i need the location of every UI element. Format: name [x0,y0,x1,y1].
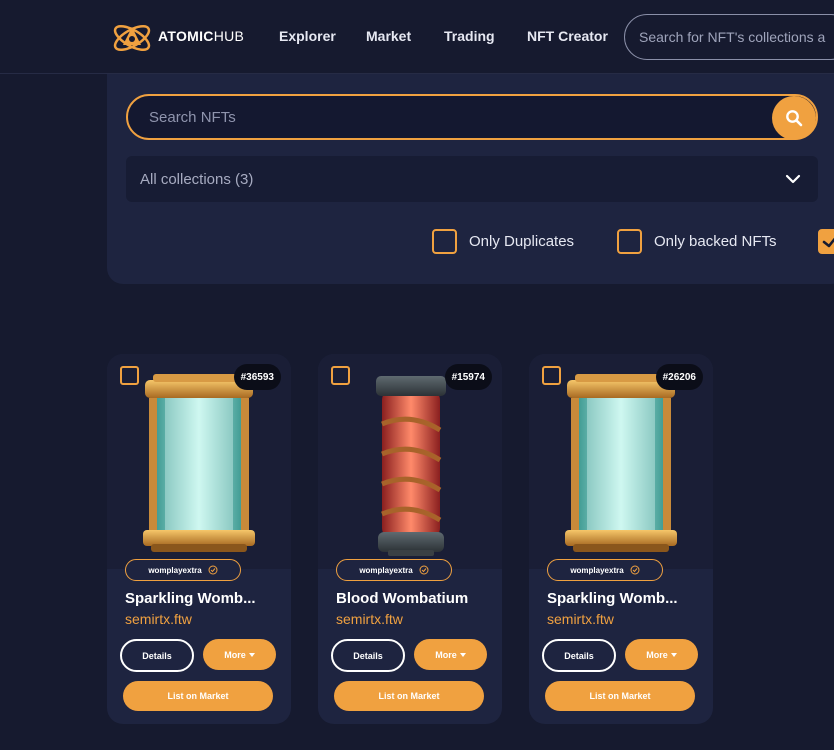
verified-icon [419,565,429,575]
details-button[interactable]: Details [120,639,194,672]
only-duplicates-label: Only Duplicates [469,232,575,250]
nft-search-input[interactable]: Search NFTs [126,94,818,140]
nft-name: Blood Wombatium [336,590,469,607]
only-duplicates-option[interactable]: Only Duplicates [432,228,574,254]
collection-badge[interactable]: womplayextra [336,559,452,581]
details-button[interactable]: Details [542,639,616,672]
verified-icon [208,565,218,575]
list-on-market-button[interactable]: List on Market [545,681,695,711]
asset-mint-badge: #26206 [655,364,703,390]
nav-market[interactable]: Market [366,28,411,44]
atomichub-logo[interactable]: ATOMICHUB [110,14,244,58]
more-button-label: More [646,649,668,660]
nft-card[interactable]: #26206 womplayextra Sparkling Womb... se… [529,354,713,724]
owner-link[interactable]: semirtx.ftw [336,611,403,627]
card-select-checkbox[interactable] [331,366,350,385]
owner-link[interactable]: semirtx.ftw [547,611,614,627]
collection-badge[interactable]: womplayextra [547,559,663,581]
collection-name: womplayextra [148,565,202,575]
owner-link[interactable]: semirtx.ftw [125,611,192,627]
chevron-down-icon [785,174,801,184]
search-button[interactable] [772,96,816,140]
third-filter-checkbox[interactable] [818,228,834,254]
more-button[interactable]: More [414,639,487,670]
only-backed-option[interactable]: Only backed NFTs [617,228,777,254]
collection-badge[interactable]: womplayextra [125,559,241,581]
card-select-checkbox[interactable] [120,366,139,385]
collection-name: womplayextra [570,565,624,575]
caret-down-icon [459,652,466,657]
asset-mint-badge: #36593 [233,364,281,390]
more-button-label: More [435,649,457,660]
collection-name: womplayextra [359,565,413,575]
more-button[interactable]: More [203,639,276,670]
atom-logo-icon [113,24,151,52]
third-filter-option[interactable] [818,228,834,254]
global-search-input[interactable]: Search for NFT's collections a [624,14,834,60]
list-on-market-button[interactable]: List on Market [123,681,273,711]
details-button[interactable]: Details [331,639,405,672]
top-navbar: ATOMICHUB Explorer Market Trading NFT Cr… [0,0,834,74]
logo-text-light: HUB [213,28,245,44]
card-select-checkbox[interactable] [542,366,561,385]
logo-text: ATOMICHUB [158,28,244,44]
nft-name: Sparkling Womb... [125,590,256,607]
logo-text-bold: ATOMIC [158,28,214,44]
more-button-label: More [224,649,246,660]
checkmark-icon [822,237,834,247]
caret-down-icon [248,652,255,657]
nav-nft-creator[interactable]: NFT Creator [527,28,608,44]
asset-mint-badge: #15974 [444,364,492,390]
nft-card[interactable]: #36593 womplayextra Sparkling Womb... se… [107,354,291,724]
only-backed-label: Only backed NFTs [654,232,777,250]
nav-trading[interactable]: Trading [444,28,495,44]
verified-icon [630,565,640,575]
nav-explorer[interactable]: Explorer [279,28,336,44]
nft-name: Sparkling Womb... [547,590,678,607]
collections-dropdown[interactable]: All collections (3) [126,156,818,202]
only-duplicates-checkbox[interactable] [432,228,457,254]
list-on-market-button[interactable]: List on Market [334,681,484,711]
search-icon [786,110,803,127]
only-backed-checkbox[interactable] [617,228,642,254]
caret-down-icon [670,652,677,657]
nft-card[interactable]: #15974 womplayextra Blood Wombatium semi… [318,354,502,724]
collections-dropdown-label: All collections (3) [140,170,254,188]
more-button[interactable]: More [625,639,698,670]
